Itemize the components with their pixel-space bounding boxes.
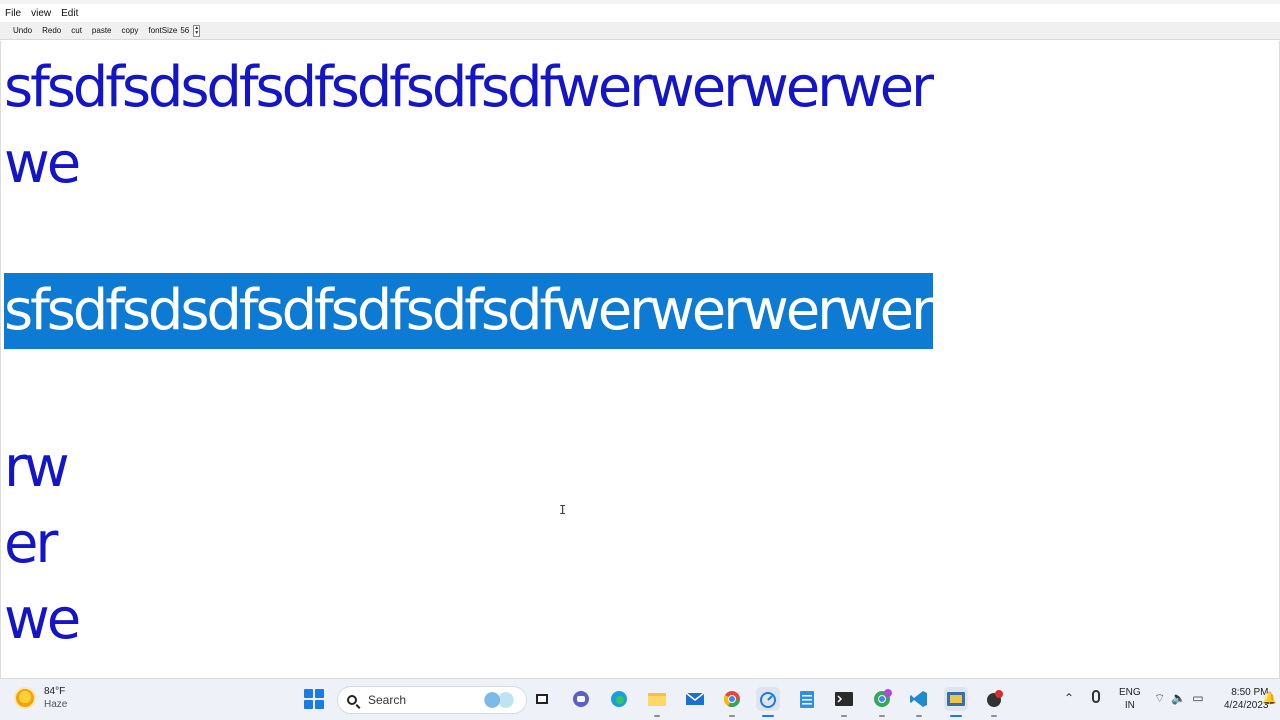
menu-bar: File view Edit [0, 4, 1280, 22]
editor-line: rw [4, 435, 70, 500]
wifi-icon[interactable]: ⌔ [1154, 691, 1165, 706]
search-placeholder: Search [368, 693, 407, 707]
battery-icon[interactable]: ▭ [1192, 691, 1203, 706]
taskbar-search[interactable]: Search [337, 686, 527, 714]
editor-app-icon[interactable] [944, 687, 968, 717]
spinner-down-icon[interactable]: ▼ [194, 30, 199, 36]
cut-button[interactable]: cut [66, 26, 87, 35]
microphone-icon[interactable] [1092, 690, 1100, 703]
windows-start-icon[interactable] [304, 689, 324, 709]
toolbar: Undo Redo cut paste copy fontSize 56 ▲ ▼ [0, 22, 1280, 40]
font-size-spinner[interactable]: ▲ ▼ [193, 24, 201, 37]
editor-line: we [4, 587, 81, 652]
undo-button[interactable]: Undo [8, 26, 37, 35]
mail-icon[interactable] [683, 687, 707, 711]
chrome-icon[interactable] [720, 687, 744, 717]
editor-line: er [4, 511, 58, 576]
weather-temp: 84°F [44, 686, 66, 697]
copy-button[interactable]: copy [117, 26, 144, 35]
editor-line-selected: sfsdfsdsdfsdfsdfsdfsdfwerwerwerwer [4, 273, 934, 349]
java-app-icon[interactable] [756, 687, 780, 717]
terminal-icon[interactable] [832, 687, 856, 717]
language-code: ENG [1119, 687, 1141, 698]
chevron-up-icon[interactable]: ⌃ [1064, 691, 1074, 705]
recording-app-icon[interactable] [982, 687, 1006, 717]
volume-icon[interactable]: 🔈 [1171, 691, 1186, 706]
redo-button[interactable]: Redo [37, 26, 66, 35]
weather-text: 84°F Haze [44, 685, 67, 711]
menu-view[interactable]: view [26, 8, 56, 19]
menu-edit[interactable]: Edit [56, 8, 83, 19]
language-region: IN [1124, 700, 1135, 711]
system-tray-icons[interactable]: ⌔ 🔈 ▭ [1154, 691, 1204, 706]
search-icon [347, 695, 357, 705]
font-size-label: fontSize [148, 26, 178, 35]
editor-line: we [4, 131, 81, 196]
menu-file[interactable]: File [0, 8, 26, 19]
search-highlight-icon [482, 691, 516, 709]
weather-widget[interactable]: 84°F Haze [16, 685, 67, 711]
text-cursor-icon: I [559, 503, 567, 517]
paste-button[interactable]: paste [87, 26, 117, 35]
notification-bell-icon[interactable]: 🔔 [1262, 691, 1277, 705]
text-editor-area[interactable]: sfsdfsdsdfsdfsdfsdfsdfwerwerwerwer we sf… [0, 41, 1280, 678]
file-explorer-icon[interactable] [645, 687, 669, 717]
task-view-icon[interactable] [530, 687, 554, 711]
notepad-icon[interactable] [795, 687, 819, 711]
vscode-icon[interactable] [907, 687, 931, 717]
font-size-value[interactable]: 56 [177, 26, 189, 35]
sun-haze-icon [16, 689, 34, 707]
weather-condition: Haze [44, 699, 68, 710]
teams-chat-icon[interactable] [569, 687, 593, 711]
language-indicator[interactable]: ENG IN [1119, 686, 1141, 712]
chrome-profile-icon[interactable] [870, 687, 894, 717]
edge-icon[interactable] [607, 687, 631, 711]
taskbar: 84°F Haze Search ⌃ ENG IN ⌔ 🔈 ▭ 8:50 PM … [0, 678, 1280, 720]
editor-line: sfsdfsdsdfsdfsdfsdfsdfwerwerwerwer [4, 55, 934, 120]
